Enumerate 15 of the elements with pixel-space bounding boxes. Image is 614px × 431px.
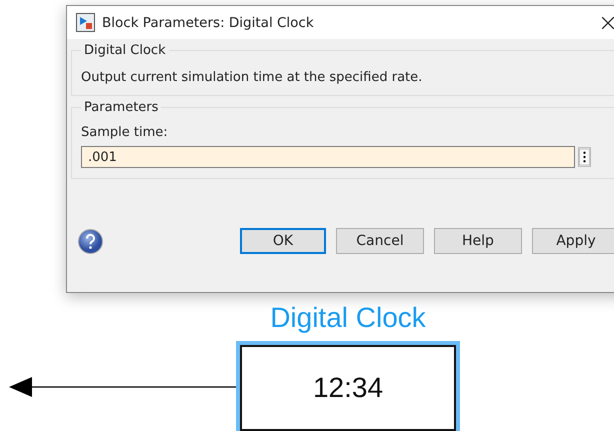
help-icon[interactable]	[78, 228, 103, 254]
group-title: Digital Clock	[83, 43, 167, 58]
group-title: Parameters	[83, 100, 160, 115]
window-title: Block Parameters: Digital Clock	[102, 14, 314, 30]
input-field[interactable]: .001	[81, 146, 575, 168]
app-icon	[76, 13, 95, 32]
more-icon[interactable]	[578, 147, 591, 167]
block-label: Digital Clock	[269, 302, 427, 334]
dialog-button[interactable]: Help	[434, 228, 522, 254]
dialog-button[interactable]: Cancel	[336, 228, 424, 254]
description-text: Output current simulation time at the specified rate.	[81, 70, 424, 85]
close-icon[interactable]	[602, 17, 614, 29]
field-label: Sample time:	[81, 125, 169, 140]
dialog-button[interactable]: OK	[240, 228, 326, 254]
dialog-button[interactable]: Apply	[532, 228, 614, 254]
